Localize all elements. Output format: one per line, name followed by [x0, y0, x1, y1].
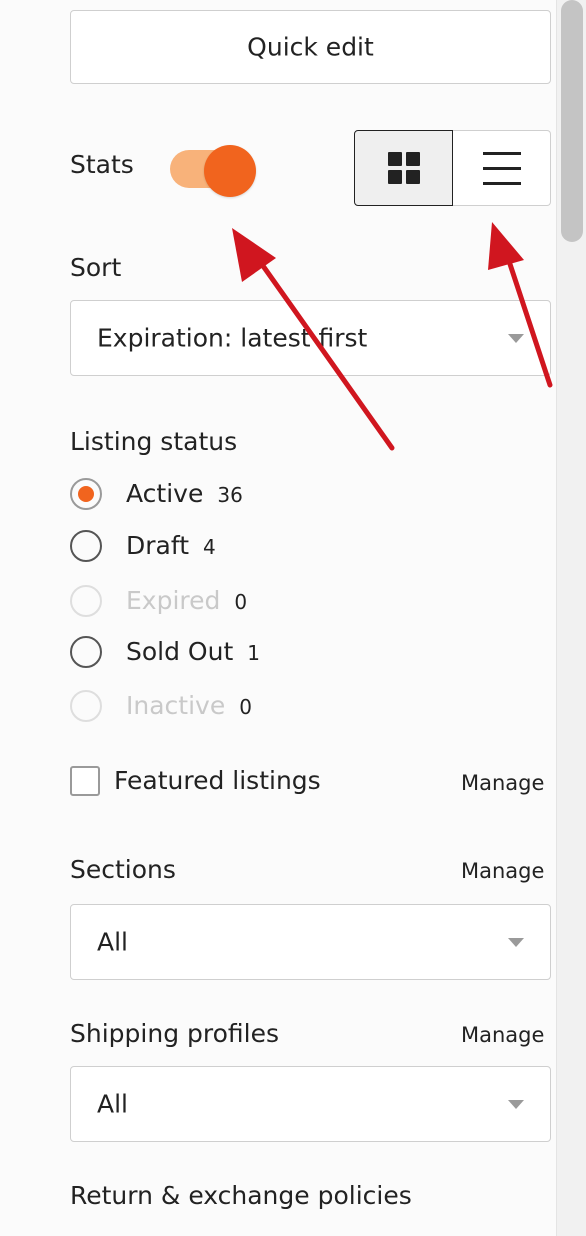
chevron-down-icon: [508, 334, 524, 343]
list-view-button[interactable]: [453, 130, 551, 206]
sort-select[interactable]: Expiration: latest first: [70, 300, 551, 376]
list-icon: [483, 152, 521, 185]
quick-edit-label: Quick edit: [247, 32, 374, 62]
status-label-draft: Draft: [126, 531, 190, 560]
status-count-expired: 0: [234, 590, 248, 614]
featured-label: Featured listings: [114, 766, 321, 795]
status-count-active: 36: [217, 483, 243, 507]
radio-draft[interactable]: [70, 530, 102, 562]
shipping-manage-link[interactable]: Manage: [461, 1023, 544, 1047]
listing-status-label: Listing status: [70, 427, 238, 456]
grid-view-button[interactable]: [354, 130, 453, 206]
sections-select-value: All: [97, 927, 128, 957]
sort-select-value: Expiration: latest first: [97, 323, 368, 353]
status-count-inactive: 0: [239, 695, 252, 719]
sections-label: Sections: [70, 855, 176, 884]
stats-label: Stats: [70, 150, 134, 179]
status-label-active: Active: [126, 479, 204, 508]
shipping-select-value: All: [97, 1089, 128, 1119]
radio-expired: [70, 585, 102, 617]
stats-toggle-knob: [204, 145, 256, 197]
stats-toggle[interactable]: [170, 145, 258, 197]
status-option-inactive: Inactive 0: [70, 690, 370, 726]
scrollbar[interactable]: [556, 0, 586, 1236]
shipping-select[interactable]: All: [70, 1066, 551, 1142]
shipping-label: Shipping profiles: [70, 1019, 279, 1048]
returns-label: Return & exchange policies: [70, 1181, 412, 1210]
chevron-down-icon: [508, 1100, 524, 1109]
status-count-sold-out: 1: [247, 641, 260, 665]
status-label-expired: Expired: [126, 586, 221, 615]
status-label-inactive: Inactive: [126, 691, 226, 720]
sections-select[interactable]: All: [70, 904, 551, 980]
radio-inactive: [70, 690, 102, 722]
sort-label: Sort: [70, 253, 122, 282]
status-label-sold-out: Sold Out: [126, 637, 234, 666]
chevron-down-icon: [508, 938, 524, 947]
featured-checkbox[interactable]: [70, 766, 100, 796]
radio-selected-dot: [78, 486, 94, 502]
status-option-expired: Expired 0: [70, 585, 370, 621]
status-option-draft[interactable]: Draft 4: [70, 530, 370, 566]
radio-sold-out[interactable]: [70, 636, 102, 668]
status-count-draft: 4: [203, 535, 216, 559]
grid-icon: [388, 152, 420, 184]
status-option-active[interactable]: Active 36: [70, 478, 370, 514]
sections-manage-link[interactable]: Manage: [461, 859, 544, 883]
view-toggle: [354, 130, 551, 206]
quick-edit-button[interactable]: Quick edit: [70, 10, 551, 84]
radio-active[interactable]: [70, 478, 102, 510]
status-option-sold-out[interactable]: Sold Out 1: [70, 636, 370, 672]
featured-manage-link[interactable]: Manage: [461, 771, 544, 795]
scrollbar-thumb[interactable]: [561, 0, 583, 242]
